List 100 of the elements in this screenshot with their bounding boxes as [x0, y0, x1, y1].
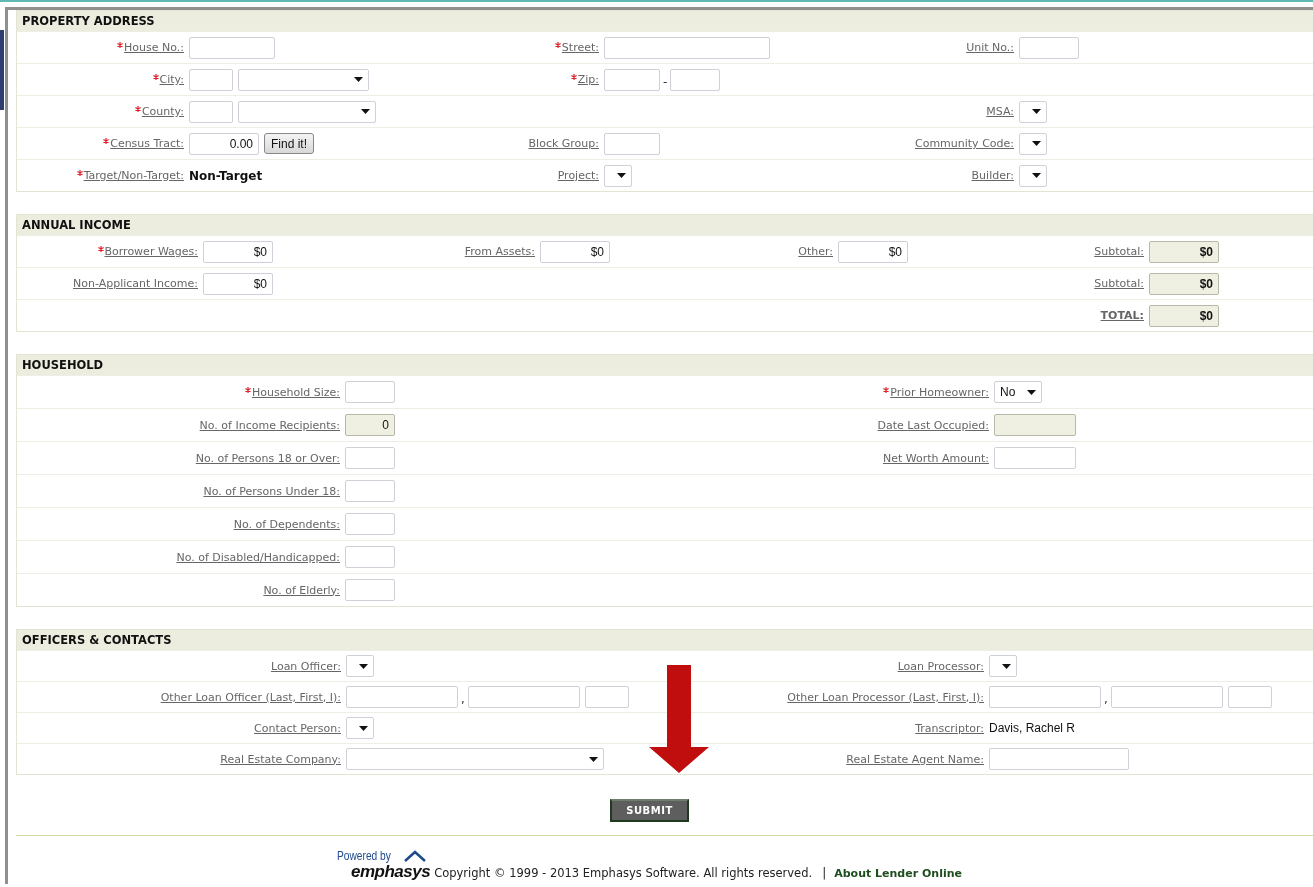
input-field[interactable] — [604, 68, 660, 91]
readonly-field[interactable]: $0 — [1149, 240, 1219, 263]
input-field[interactable] — [584, 686, 629, 708]
field-label[interactable]: Zip: — [570, 73, 599, 86]
field-label[interactable]: No. of Persons 18 or Over: — [195, 451, 340, 465]
input-field[interactable] — [345, 381, 395, 403]
caret-icon — [354, 77, 363, 82]
readonly-field[interactable]: $0 — [1149, 304, 1219, 327]
field-value: Davis, Rachel R — [989, 721, 1076, 735]
caret-icon — [1032, 141, 1041, 146]
input-field[interactable] — [189, 100, 233, 123]
field-label[interactable]: Transcriptor: — [915, 721, 984, 735]
field-label[interactable]: No. of Persons Under 18: — [203, 484, 340, 498]
required-icon — [152, 74, 159, 80]
field-label[interactable]: Real Estate Company: — [220, 752, 341, 766]
field-label[interactable]: Unit No.: — [966, 41, 1014, 54]
dropdown[interactable]: No — [994, 381, 1042, 403]
caret-icon — [361, 109, 370, 114]
field-label[interactable]: Net Worth Amount: — [883, 451, 989, 465]
caret-icon — [359, 663, 368, 669]
caret-icon — [1032, 109, 1041, 114]
required-icon — [76, 170, 83, 176]
required-icon — [570, 74, 577, 80]
input-field[interactable] — [989, 748, 1129, 770]
field-label[interactable]: Block Group: — [528, 137, 599, 150]
separator-text: , — [1104, 692, 1108, 708]
copyright-text: Copyright © 1999 - 2013 Emphasys Software. All rights reserved. — [434, 865, 813, 882]
dropdown[interactable] — [346, 655, 374, 677]
input-field[interactable]: $0 — [540, 240, 610, 263]
field-label[interactable]: Project: — [557, 169, 599, 182]
section-heading: PROPERTY ADDRESS — [17, 11, 1313, 31]
field-label[interactable]: Borrower Wages: — [97, 245, 198, 258]
input-field[interactable] — [1110, 686, 1223, 708]
field-label[interactable]: Date Last Occupied: — [877, 418, 989, 432]
input-field[interactable] — [989, 686, 1101, 708]
dropdown[interactable] — [1019, 100, 1047, 123]
field-label[interactable]: Other: — [798, 245, 833, 258]
field-label[interactable]: Non-Applicant Income: — [73, 277, 198, 290]
input-field[interactable] — [189, 68, 233, 91]
input-field[interactable] — [346, 686, 458, 708]
field-label[interactable]: Builder: — [971, 169, 1014, 182]
separator-text: | — [821, 865, 828, 882]
input-field[interactable] — [345, 480, 395, 502]
input-field[interactable]: $0 — [838, 240, 908, 263]
input-field[interactable] — [189, 36, 275, 59]
field-label[interactable]: House No.: — [117, 41, 184, 54]
input-field[interactable]: $0 — [203, 240, 273, 263]
submit-button[interactable]: SUBMIT — [610, 799, 689, 822]
field-label[interactable]: TOTAL: — [1100, 309, 1144, 322]
field-label[interactable]: Loan Processor: — [897, 659, 984, 673]
dropdown[interactable] — [346, 717, 374, 739]
field-label[interactable]: No. of Elderly: — [263, 583, 340, 597]
readonly-field[interactable]: 0 — [345, 414, 395, 436]
input-field[interactable]: $0 — [203, 272, 273, 295]
field-label[interactable]: From Assets: — [464, 245, 535, 258]
field-label[interactable]: Loan Officer: — [270, 659, 341, 673]
required-icon — [97, 246, 104, 252]
input-field[interactable] — [1019, 36, 1079, 59]
input-field[interactable] — [345, 447, 395, 469]
field-label[interactable]: Street: — [554, 41, 599, 54]
input-field[interactable] — [994, 447, 1076, 469]
input-field[interactable] — [345, 546, 395, 568]
caret-icon — [1002, 663, 1011, 669]
input-field[interactable] — [345, 513, 395, 535]
input-field[interactable]: 0.00 — [189, 132, 259, 155]
dropdown[interactable] — [604, 164, 632, 187]
dropdown[interactable] — [1019, 132, 1047, 155]
field-label[interactable]: Other Loan Processor (Last, First, I): — [787, 690, 984, 704]
readonly-field[interactable] — [994, 414, 1076, 436]
input-field[interactable] — [1227, 686, 1272, 708]
field-label[interactable]: City: — [152, 73, 184, 86]
field-label[interactable]: MSA: — [986, 105, 1014, 118]
input-field[interactable] — [604, 36, 770, 59]
about-link[interactable]: About Lender Online — [834, 866, 962, 882]
chevron-icon — [404, 850, 427, 862]
dropdown[interactable] — [989, 655, 1017, 677]
field-label[interactable]: Contact Person: — [254, 721, 341, 735]
field-label[interactable]: Subtotal: — [1094, 277, 1144, 290]
field-label[interactable]: Real Estate Agent Name: — [846, 752, 984, 766]
field-label[interactable]: No. of Income Recipients: — [199, 418, 340, 432]
input-field[interactable] — [670, 68, 721, 91]
field-label[interactable]: No. of Disabled/Handicapped: — [176, 550, 340, 564]
field-label[interactable]: County: — [134, 105, 184, 118]
field-label[interactable]: Prior Homeowner: — [883, 385, 989, 399]
section-heading: HOUSEHOLD — [17, 355, 1313, 375]
readonly-field[interactable]: $0 — [1149, 272, 1219, 295]
input-field[interactable] — [345, 579, 395, 601]
field-label[interactable]: Other Loan Officer (Last, First, I): — [160, 690, 341, 704]
input-field[interactable] — [467, 686, 580, 708]
field-label[interactable]: Census Tract: — [103, 137, 184, 150]
field-label[interactable]: Community Code: — [914, 137, 1014, 150]
required-icon — [245, 386, 251, 393]
field-label[interactable]: Target/Non-Target: — [76, 169, 184, 182]
input-field[interactable] — [604, 132, 660, 155]
find-button[interactable]: Find it! — [264, 133, 314, 154]
required-icon — [554, 42, 561, 48]
field-label[interactable]: Household Size: — [245, 385, 340, 399]
field-label[interactable]: Subtotal: — [1094, 245, 1144, 258]
field-label[interactable]: No. of Dependents: — [233, 517, 340, 531]
dropdown[interactable] — [1019, 164, 1047, 187]
